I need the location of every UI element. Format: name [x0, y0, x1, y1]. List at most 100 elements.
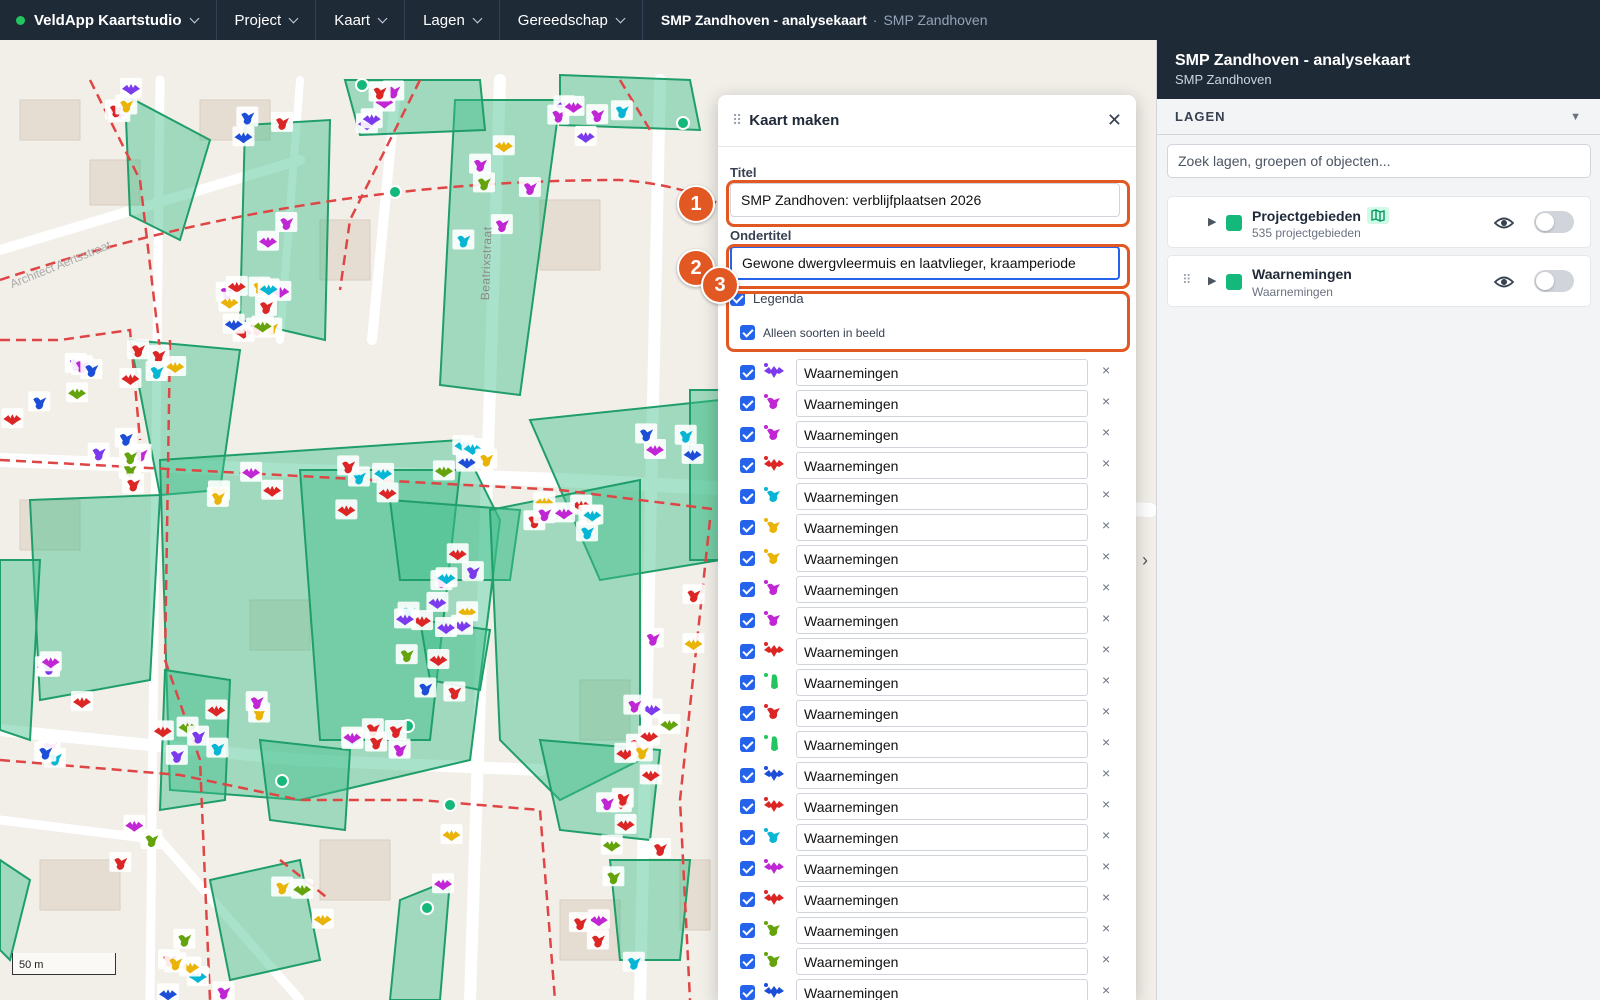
checkbox-checked-icon[interactable]	[740, 458, 755, 473]
remove-icon[interactable]: ×	[1102, 548, 1110, 564]
checkbox-checked-icon[interactable]	[740, 706, 755, 721]
legend-row: ×	[718, 543, 1136, 574]
checkbox-checked-icon[interactable]	[740, 427, 755, 442]
legend-row: ×	[718, 450, 1136, 481]
remove-icon[interactable]: ×	[1102, 703, 1110, 719]
layer-visibility-toggle[interactable]	[1534, 270, 1574, 292]
app-menu[interactable]: VeldApp Kaartstudio	[0, 0, 217, 40]
remove-icon[interactable]: ×	[1102, 765, 1110, 781]
legend-label-input[interactable]	[796, 824, 1088, 851]
legend-label-input[interactable]	[796, 514, 1088, 541]
callout-badge-3: 3	[701, 266, 739, 304]
drag-handle-icon[interactable]: ⠿	[732, 112, 742, 129]
title-label: Titel	[730, 165, 757, 180]
legend-row: ×	[718, 512, 1136, 543]
legend-label-input[interactable]	[796, 700, 1088, 727]
checkbox-checked-icon[interactable]	[740, 644, 755, 659]
chevron-down-icon	[472, 13, 483, 23]
legend-label-input[interactable]	[796, 483, 1088, 510]
legend-label-input[interactable]	[796, 545, 1088, 572]
remove-icon[interactable]: ×	[1102, 982, 1110, 998]
legend-label-input[interactable]	[796, 762, 1088, 789]
layer-item-waarnemingen[interactable]: ⠿ ▶ Waarnemingen Waarnemingen	[1167, 255, 1591, 307]
remove-icon[interactable]: ×	[1102, 517, 1110, 533]
menu-kaart[interactable]: Kaart	[316, 0, 406, 40]
panel-subtitle: SMP Zandhoven	[1175, 72, 1272, 87]
remove-icon[interactable]: ×	[1102, 672, 1110, 688]
layer-item-projectgebieden[interactable]: ▶ Projectgebieden 535 projectgebieden	[1167, 196, 1591, 248]
expand-triangle-icon[interactable]: ▶	[1208, 215, 1216, 228]
layer-search-input[interactable]	[1167, 144, 1591, 178]
legend-label-input[interactable]	[796, 731, 1088, 758]
remove-icon[interactable]: ×	[1102, 455, 1110, 471]
chevron-down-icon	[377, 13, 388, 23]
remove-icon[interactable]: ×	[1102, 486, 1110, 502]
legend-label-input[interactable]	[796, 793, 1088, 820]
legend-label-input[interactable]	[796, 886, 1088, 913]
menu-label: Kaart	[334, 11, 371, 29]
menu-gereedschap[interactable]: Gereedschap	[500, 0, 643, 40]
checkbox-checked-icon[interactable]	[740, 861, 755, 876]
remove-icon[interactable]: ×	[1102, 362, 1110, 378]
checkbox-checked-icon[interactable]	[740, 954, 755, 969]
checkbox-checked-icon[interactable]	[740, 582, 755, 597]
chevron-down-icon	[189, 13, 199, 23]
checkbox-checked-icon[interactable]	[740, 892, 755, 907]
remove-icon[interactable]: ×	[1102, 858, 1110, 874]
expand-triangle-icon[interactable]: ▶	[1208, 274, 1216, 287]
checkbox-checked-icon[interactable]	[740, 985, 755, 1000]
checkbox-checked-icon[interactable]	[740, 551, 755, 566]
legend-label-input[interactable]	[796, 638, 1088, 665]
drag-handle-icon[interactable]: ⠿	[1182, 272, 1191, 288]
checkbox-checked-icon[interactable]	[740, 675, 755, 690]
legend-label-input[interactable]	[796, 359, 1088, 386]
remove-icon[interactable]: ×	[1102, 734, 1110, 750]
legend-row: ×	[718, 791, 1136, 822]
close-icon[interactable]: ✕	[1107, 110, 1122, 131]
layer-visibility-toggle[interactable]	[1534, 211, 1574, 233]
menu-project[interactable]: Project	[217, 0, 317, 40]
remove-icon[interactable]: ×	[1102, 579, 1110, 595]
checkbox-checked-icon[interactable]	[740, 737, 755, 752]
callout-badge-1: 1	[677, 185, 715, 223]
triangle-down-icon[interactable]: ▼	[1570, 111, 1582, 123]
remove-icon[interactable]: ×	[1102, 827, 1110, 843]
bat-icon	[764, 890, 784, 905]
chevron-right-icon[interactable]: ›	[1134, 540, 1156, 580]
layer-name-text: Projectgebieden	[1252, 208, 1361, 224]
remove-icon[interactable]: ×	[1102, 951, 1110, 967]
remove-icon[interactable]: ×	[1102, 610, 1110, 626]
checkbox-checked-icon[interactable]	[740, 830, 755, 845]
menu-lagen[interactable]: Lagen	[405, 0, 500, 40]
eye-icon[interactable]	[1494, 273, 1514, 291]
checkbox-checked-icon[interactable]	[740, 520, 755, 535]
legend-label-input[interactable]	[796, 669, 1088, 696]
legend-row: ×	[718, 481, 1136, 512]
legend-label-input[interactable]	[796, 917, 1088, 944]
checkbox-checked-icon[interactable]	[740, 365, 755, 380]
legend-label-input[interactable]	[796, 576, 1088, 603]
remove-icon[interactable]: ×	[1102, 920, 1110, 936]
remove-icon[interactable]: ×	[1102, 641, 1110, 657]
remove-icon[interactable]: ×	[1102, 393, 1110, 409]
legend-label-input[interactable]	[796, 979, 1088, 1000]
remove-icon[interactable]: ×	[1102, 889, 1110, 905]
checkbox-checked-icon[interactable]	[740, 768, 755, 783]
checkbox-checked-icon[interactable]	[740, 613, 755, 628]
legend-label-input[interactable]	[796, 607, 1088, 634]
eye-icon[interactable]	[1494, 214, 1514, 232]
checkbox-checked-icon[interactable]	[740, 489, 755, 504]
bat-icon	[764, 797, 784, 812]
dialog-header[interactable]: ⠿ Kaart maken ✕	[718, 95, 1136, 147]
legend-label-input[interactable]	[796, 390, 1088, 417]
legend-label-input[interactable]	[796, 421, 1088, 448]
legend-label-input[interactable]	[796, 855, 1088, 882]
legend-label-input[interactable]	[796, 452, 1088, 479]
remove-icon[interactable]: ×	[1102, 424, 1110, 440]
legend-label-input[interactable]	[796, 948, 1088, 975]
checkbox-checked-icon[interactable]	[740, 799, 755, 814]
checkbox-checked-icon[interactable]	[740, 396, 755, 411]
layers-section-header[interactable]: LAGEN ▼	[1157, 99, 1600, 135]
checkbox-checked-icon[interactable]	[740, 923, 755, 938]
remove-icon[interactable]: ×	[1102, 796, 1110, 812]
